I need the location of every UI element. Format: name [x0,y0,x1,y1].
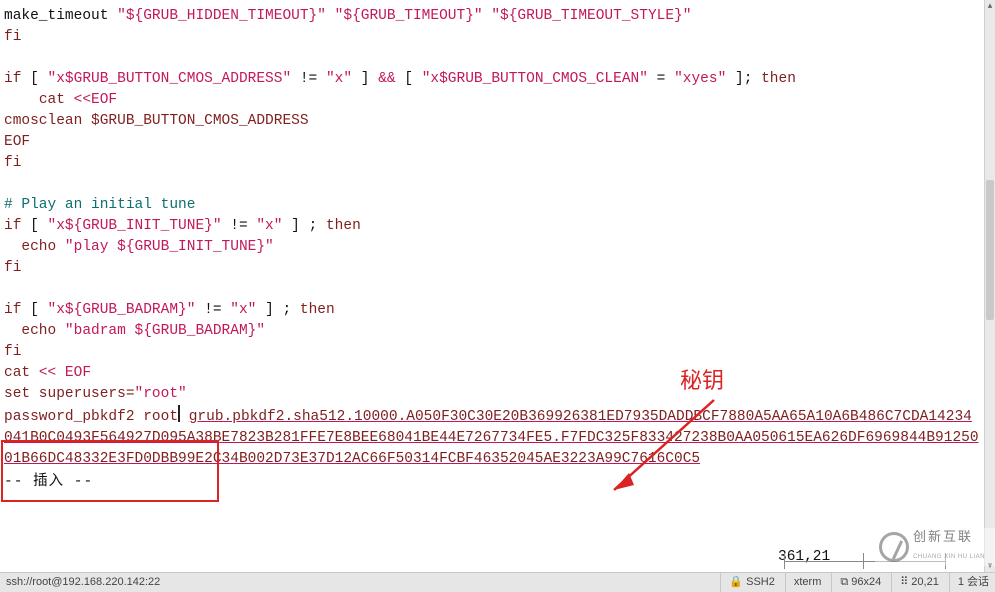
arg: "${GRUB_TIMEOUT_STYLE}" [491,8,691,24]
watermark-logo: 创新互联 CHUANG XIN HU LIAN [875,528,995,566]
status-bar: ssh://root@192.168.220.142:22 🔒SSH2 xter… [0,572,995,592]
scroll-up-icon[interactable]: ▴ [985,0,995,12]
watermark-text-en: CHUANG XIN HU LIAN [913,547,985,568]
lock-icon: 🔒 [729,572,743,592]
vim-mode-indicator: -- 插入 -- [4,472,980,493]
grid-icon: ⧉ [840,572,848,592]
position-icon: ⠿ [900,572,908,592]
ssh-target: ssh://root@192.168.220.142:22 [6,572,160,592]
status-term: xterm [785,573,822,592]
watermark-icon [879,532,909,562]
status-sessions: 1 会话 [949,573,989,592]
arg: "${GRUB_TIMEOUT}" [335,8,483,24]
watermark-text-cn: 创新互联 [913,526,985,547]
vim-cursor-position: 361,21 [778,547,830,568]
status-ssh: 🔒SSH2 [720,573,774,592]
code-area[interactable]: make_timeout "${GRUB_HIDDEN_TIMEOUT}" "$… [4,6,980,470]
arg: "${GRUB_HIDDEN_TIMEOUT}" [117,8,326,24]
comment: # Play an initial tune [4,197,195,213]
keyword-if: if [4,71,21,87]
fn-call: make_timeout [4,8,117,24]
heredoc-eof: EOF [4,134,30,150]
vertical-scrollbar[interactable]: ▴ ▾ [984,0,995,572]
terminal-viewport[interactable]: make_timeout "${GRUB_HIDDEN_TIMEOUT}" "$… [0,0,984,572]
keyword-fi: fi [4,29,21,45]
heredoc-line: cmosclean $GRUB_BUTTON_CMOS_ADDRESS [4,113,309,129]
status-cursor: ⠿ 20,21 [891,573,939,592]
keyword-fi: fi [4,155,21,171]
text-cursor [178,405,180,422]
status-size: ⧉ 96x24 [831,573,881,592]
scroll-thumb[interactable] [986,180,994,320]
